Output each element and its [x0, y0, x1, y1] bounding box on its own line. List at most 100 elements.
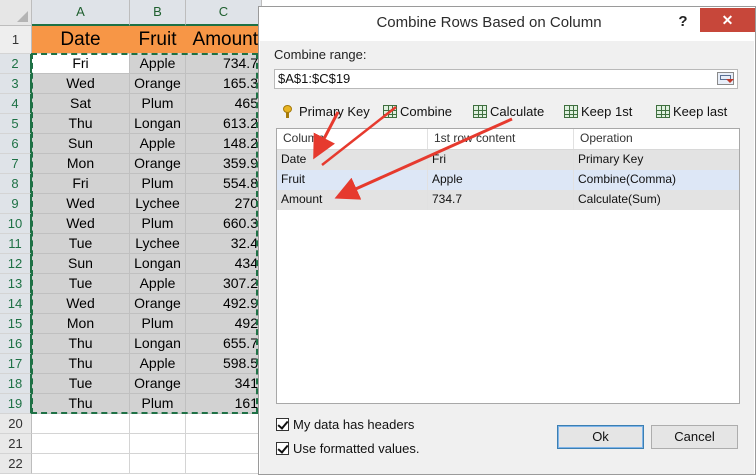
row-header[interactable]: 11 [0, 234, 32, 254]
cell-date[interactable]: Thu [32, 394, 130, 414]
formatted-checkbox-row[interactable]: Use formatted values. [276, 439, 419, 457]
column-header-a[interactable]: A [32, 0, 130, 26]
row-header[interactable]: 16 [0, 334, 32, 354]
cell-amount[interactable]: 165.3 [186, 74, 262, 94]
cell-amount[interactable]: 434 [186, 254, 262, 274]
row-header[interactable]: 3 [0, 74, 32, 94]
row-header[interactable]: 1 [0, 26, 32, 54]
cell-fruit[interactable]: Lychee [130, 194, 186, 214]
row-header[interactable]: 9 [0, 194, 32, 214]
cell-date[interactable]: Tue [32, 374, 130, 394]
ok-button[interactable]: Ok [557, 425, 644, 449]
cell-fruit[interactable]: Orange [130, 294, 186, 314]
cell-date[interactable]: Mon [32, 154, 130, 174]
cell-date[interactable]: Wed [32, 294, 130, 314]
cell-amount[interactable]: 148.2 [186, 134, 262, 154]
cell-date[interactable]: Fri [32, 54, 130, 74]
row-header[interactable]: 5 [0, 114, 32, 134]
row-header[interactable]: 19 [0, 394, 32, 414]
row-header[interactable]: 8 [0, 174, 32, 194]
empty-cell[interactable] [130, 454, 186, 474]
row-header[interactable]: 22 [0, 454, 32, 474]
cell-amount[interactable]: 307.2 [186, 274, 262, 294]
primary-key-button[interactable]: Primary Key [282, 100, 370, 122]
keep-first-button[interactable]: Keep 1st [564, 100, 632, 122]
formatted-checkbox[interactable] [276, 441, 289, 455]
headers-checkbox-row[interactable]: My data has headers [276, 415, 414, 433]
cell-amount[interactable]: 359.9 [186, 154, 262, 174]
cell-amount[interactable]: 465 [186, 94, 262, 114]
cell-amount[interactable]: 655.7 [186, 334, 262, 354]
cell-amount[interactable]: 492.9 [186, 294, 262, 314]
grid-row-fruit[interactable]: Fruit Apple Combine(Comma) [277, 170, 739, 190]
range-select-icon[interactable] [717, 72, 734, 85]
cell-fruit[interactable]: Apple [130, 274, 186, 294]
cell-fruit[interactable]: Lychee [130, 234, 186, 254]
row-header[interactable]: 2 [0, 54, 32, 74]
cell-date[interactable]: Thu [32, 354, 130, 374]
cell-date[interactable]: Wed [32, 74, 130, 94]
cell-fruit[interactable]: Plum [130, 174, 186, 194]
cell-fruit[interactable]: Plum [130, 394, 186, 414]
calculate-button[interactable]: Calculate [473, 100, 544, 122]
grid-row-date[interactable]: Date Fri Primary Key [277, 150, 739, 170]
cell-fruit[interactable]: Orange [130, 374, 186, 394]
empty-cell[interactable] [32, 454, 130, 474]
cell-amount[interactable]: 161 [186, 394, 262, 414]
cell-fruit[interactable]: Plum [130, 314, 186, 334]
cell-amount[interactable]: 734.7 [186, 54, 262, 74]
grid-header-column[interactable]: Column [277, 129, 428, 149]
empty-cell[interactable] [186, 434, 262, 454]
cell-date[interactable]: Wed [32, 214, 130, 234]
header-cell[interactable]: Amount [186, 26, 262, 54]
row-header[interactable]: 6 [0, 134, 32, 154]
cell-date[interactable]: Thu [32, 114, 130, 134]
row-header[interactable]: 12 [0, 254, 32, 274]
cell-amount[interactable]: 492 [186, 314, 262, 334]
header-cell[interactable]: Date [32, 26, 130, 54]
cell-fruit[interactable]: Orange [130, 74, 186, 94]
column-header-b[interactable]: B [130, 0, 186, 26]
row-header[interactable]: 4 [0, 94, 32, 114]
cell-date[interactable]: Sun [32, 254, 130, 274]
cell-fruit[interactable]: Longan [130, 334, 186, 354]
column-header-c[interactable]: C [186, 0, 262, 26]
cell-date[interactable]: Wed [32, 194, 130, 214]
headers-checkbox[interactable] [276, 417, 289, 431]
empty-cell[interactable] [130, 434, 186, 454]
close-button[interactable]: ✕ [700, 8, 755, 32]
row-header[interactable]: 21 [0, 434, 32, 454]
grid-header-first-row[interactable]: 1st row content [428, 129, 574, 149]
row-header[interactable]: 15 [0, 314, 32, 334]
cell-amount[interactable]: 613.2 [186, 114, 262, 134]
row-header[interactable]: 18 [0, 374, 32, 394]
empty-cell[interactable] [32, 414, 130, 434]
row-header[interactable]: 17 [0, 354, 32, 374]
row-header[interactable]: 20 [0, 414, 32, 434]
help-button[interactable]: ? [671, 11, 695, 33]
cancel-button[interactable]: Cancel [651, 425, 738, 449]
cell-date[interactable]: Tue [32, 274, 130, 294]
cell-fruit[interactable]: Apple [130, 134, 186, 154]
cell-amount[interactable]: 554.8 [186, 174, 262, 194]
empty-cell[interactable] [186, 414, 262, 434]
cell-amount[interactable]: 32.4 [186, 234, 262, 254]
cell-fruit[interactable]: Plum [130, 214, 186, 234]
cell-amount[interactable]: 660.3 [186, 214, 262, 234]
combine-button[interactable]: Combine [383, 100, 452, 122]
cell-date[interactable]: Sat [32, 94, 130, 114]
cell-date[interactable]: Fri [32, 174, 130, 194]
keep-last-button[interactable]: Keep last [656, 100, 727, 122]
empty-cell[interactable] [32, 434, 130, 454]
header-cell[interactable]: Fruit [130, 26, 186, 54]
cell-fruit[interactable]: Apple [130, 54, 186, 74]
empty-cell[interactable] [130, 414, 186, 434]
select-all-corner[interactable] [0, 0, 32, 26]
cell-date[interactable]: Sun [32, 134, 130, 154]
cell-fruit[interactable]: Orange [130, 154, 186, 174]
cell-fruit[interactable]: Longan [130, 114, 186, 134]
row-header[interactable]: 14 [0, 294, 32, 314]
cell-amount[interactable]: 341 [186, 374, 262, 394]
cell-date[interactable]: Tue [32, 234, 130, 254]
cell-date[interactable]: Thu [32, 334, 130, 354]
